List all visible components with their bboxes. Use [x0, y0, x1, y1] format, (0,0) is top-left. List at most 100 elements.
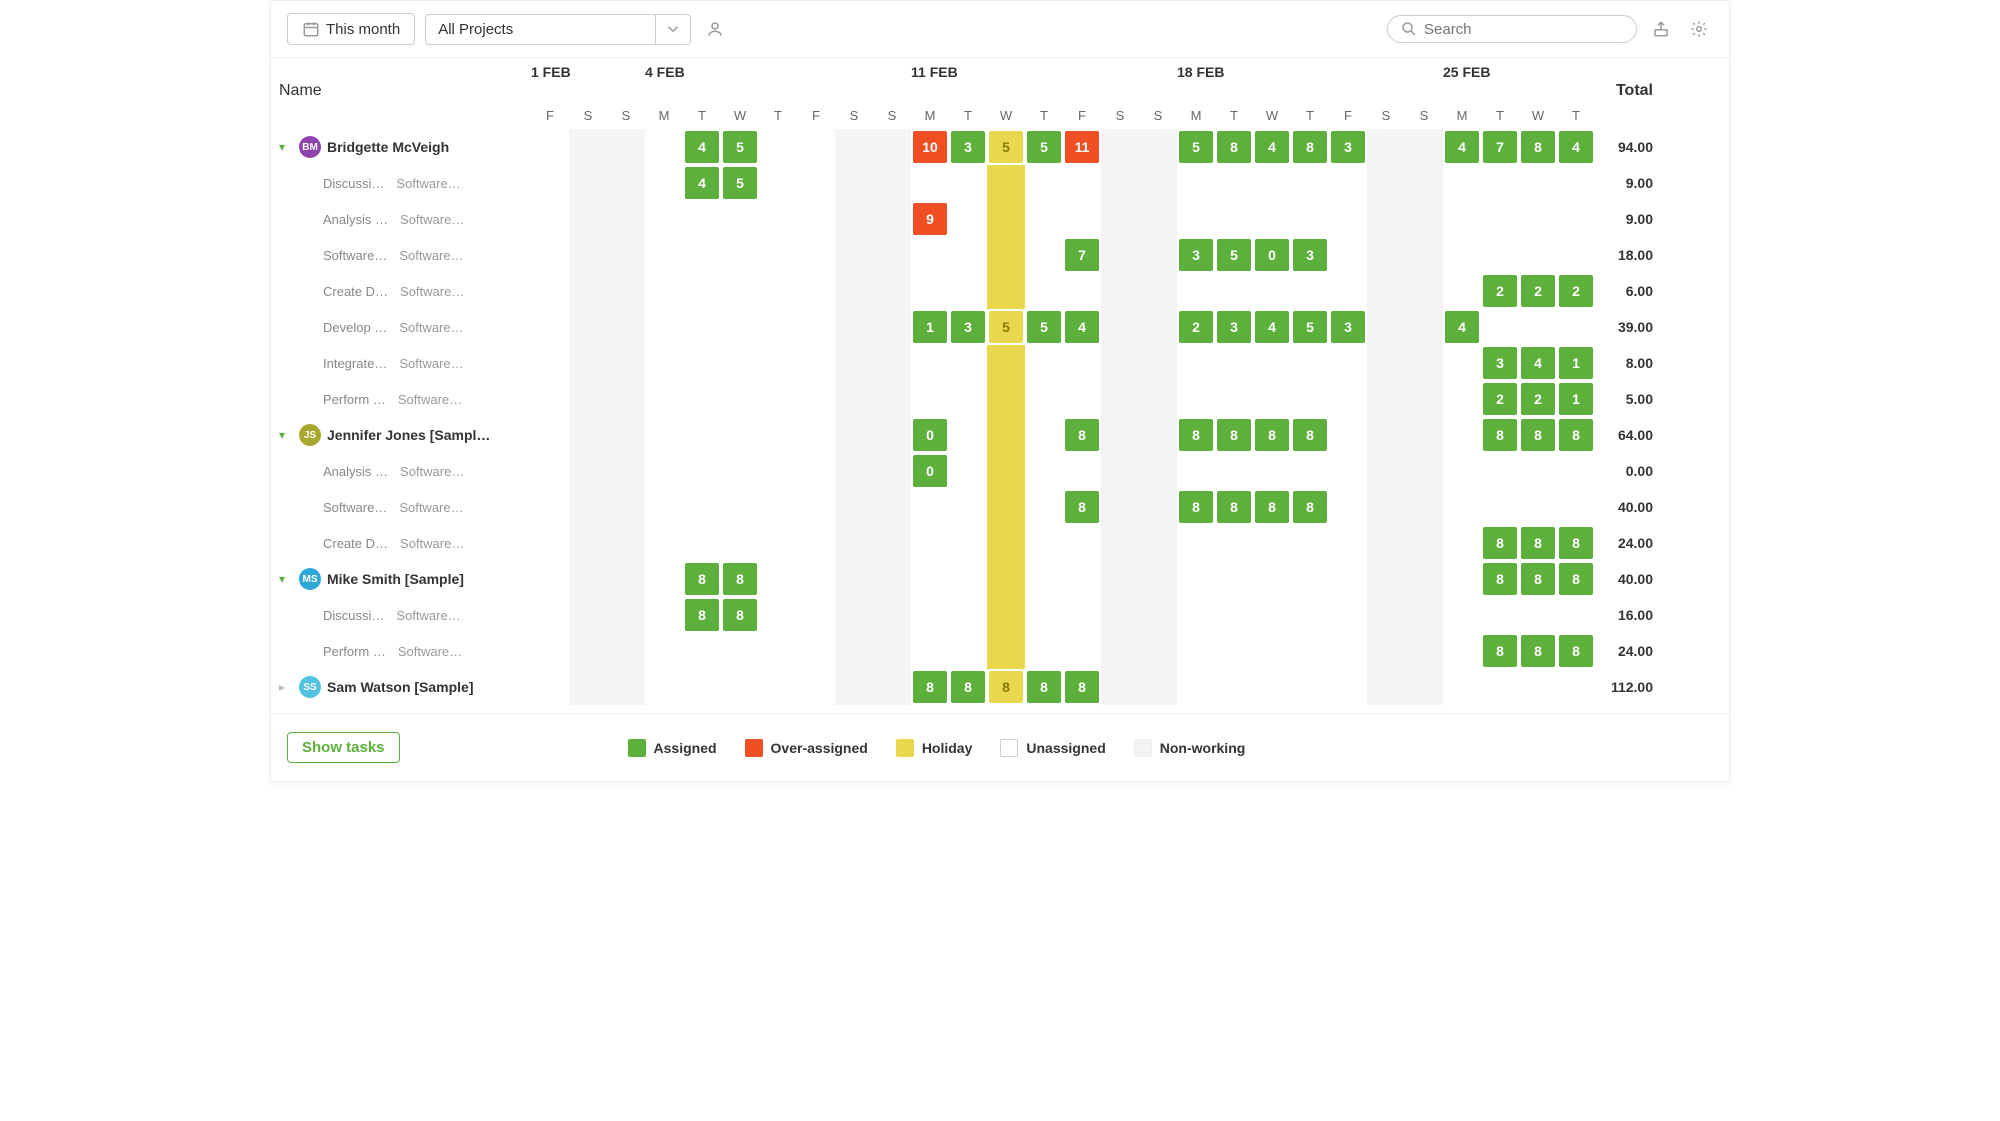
hours-chip[interactable]: 1 — [1559, 383, 1593, 415]
task-row-name[interactable]: Integrate…Software… — [271, 345, 531, 381]
hours-chip[interactable]: 8 — [1521, 131, 1555, 163]
caret-right-icon[interactable]: ▸ — [279, 680, 293, 694]
hours-chip[interactable]: 3 — [1217, 311, 1251, 343]
hours-chip[interactable]: 8 — [1483, 527, 1517, 559]
task-row-name[interactable]: Analysis …Software… — [271, 453, 531, 489]
hours-chip[interactable]: 2 — [1521, 275, 1555, 307]
hours-chip[interactable]: 8 — [685, 563, 719, 595]
hours-chip[interactable]: 5 — [1027, 131, 1061, 163]
hours-chip[interactable]: 1 — [1559, 347, 1593, 379]
show-tasks-button[interactable]: Show tasks — [287, 732, 400, 763]
user-filter-button[interactable] — [701, 15, 729, 43]
hours-chip[interactable]: 9 — [913, 203, 947, 235]
task-row-name[interactable]: Perform …Software… — [271, 633, 531, 669]
caret-down-icon[interactable]: ▾ — [279, 428, 293, 442]
project-filter-arrow[interactable] — [655, 14, 691, 45]
hours-chip[interactable]: 5 — [989, 131, 1023, 163]
hours-chip[interactable]: 4 — [1255, 131, 1289, 163]
hours-chip[interactable]: 0 — [913, 419, 947, 451]
task-row-name[interactable]: Create D…Software… — [271, 273, 531, 309]
hours-chip[interactable]: 8 — [1217, 131, 1251, 163]
hours-chip[interactable]: 3 — [1331, 131, 1365, 163]
hours-chip[interactable]: 4 — [1255, 311, 1289, 343]
hours-chip[interactable]: 8 — [1065, 491, 1099, 523]
hours-chip[interactable]: 11 — [1065, 131, 1099, 163]
settings-button[interactable] — [1685, 15, 1713, 43]
task-row-name[interactable]: Discussi…Software… — [271, 165, 531, 201]
hours-chip[interactable]: 3 — [951, 131, 985, 163]
export-button[interactable] — [1647, 15, 1675, 43]
hours-chip[interactable]: 5 — [1027, 311, 1061, 343]
hours-chip[interactable]: 3 — [1293, 239, 1327, 271]
task-row-name[interactable]: Create D…Software… — [271, 525, 531, 561]
hours-chip[interactable]: 8 — [1521, 563, 1555, 595]
hours-chip[interactable]: 8 — [1065, 419, 1099, 451]
hours-chip[interactable]: 8 — [1521, 419, 1555, 451]
hours-chip[interactable]: 8 — [723, 563, 757, 595]
hours-chip[interactable]: 4 — [685, 167, 719, 199]
caret-down-icon[interactable]: ▾ — [279, 572, 293, 586]
task-row-name[interactable]: Perform …Software… — [271, 381, 531, 417]
date-range-button[interactable]: This month — [287, 13, 415, 45]
hours-chip[interactable]: 3 — [951, 311, 985, 343]
hours-chip[interactable]: 0 — [913, 455, 947, 487]
hours-chip[interactable]: 5 — [1179, 131, 1213, 163]
project-filter[interactable]: All Projects — [425, 14, 691, 45]
hours-chip[interactable]: 4 — [1521, 347, 1555, 379]
hours-chip[interactable]: 8 — [1179, 419, 1213, 451]
task-row-name[interactable]: Discussi…Software… — [271, 597, 531, 633]
hours-chip[interactable]: 2 — [1559, 275, 1593, 307]
person-row-name[interactable]: ▸SSSam Watson [Sample] — [271, 669, 531, 705]
hours-chip[interactable]: 8 — [1483, 563, 1517, 595]
hours-chip[interactable]: 8 — [1521, 635, 1555, 667]
hours-chip[interactable]: 5 — [1217, 239, 1251, 271]
hours-chip[interactable]: 8 — [1483, 419, 1517, 451]
hours-chip[interactable]: 8 — [1559, 419, 1593, 451]
hours-chip[interactable]: 1 — [913, 311, 947, 343]
hours-chip[interactable]: 8 — [989, 671, 1023, 703]
hours-chip[interactable]: 8 — [685, 599, 719, 631]
hours-chip[interactable]: 4 — [1559, 131, 1593, 163]
hours-chip[interactable]: 8 — [1255, 419, 1289, 451]
hours-chip[interactable]: 4 — [1445, 311, 1479, 343]
hours-chip[interactable]: 3 — [1179, 239, 1213, 271]
person-row-name[interactable]: ▾JSJennifer Jones [Sampl… — [271, 417, 531, 453]
hours-chip[interactable]: 2 — [1483, 383, 1517, 415]
hours-chip[interactable]: 8 — [1217, 419, 1251, 451]
hours-chip[interactable]: 8 — [1255, 491, 1289, 523]
search-input[interactable] — [1424, 21, 1624, 38]
hours-chip[interactable]: 4 — [1065, 311, 1099, 343]
hours-chip[interactable]: 8 — [1559, 563, 1593, 595]
hours-chip[interactable]: 8 — [1483, 635, 1517, 667]
hours-chip[interactable]: 8 — [951, 671, 985, 703]
hours-chip[interactable]: 8 — [1559, 635, 1593, 667]
hours-chip[interactable]: 2 — [1483, 275, 1517, 307]
task-row-name[interactable]: Develop …Software… — [271, 309, 531, 345]
hours-chip[interactable]: 3 — [1331, 311, 1365, 343]
hours-chip[interactable]: 7 — [1483, 131, 1517, 163]
hours-chip[interactable]: 8 — [1293, 419, 1327, 451]
hours-chip[interactable]: 2 — [1521, 383, 1555, 415]
hours-chip[interactable]: 8 — [1179, 491, 1213, 523]
search-box[interactable] — [1387, 15, 1637, 43]
person-row-name[interactable]: ▾BMBridgette McVeigh — [271, 129, 531, 165]
task-row-name[interactable]: Analysis …Software… — [271, 201, 531, 237]
task-row-name[interactable]: Software…Software… — [271, 237, 531, 273]
hours-chip[interactable]: 8 — [913, 671, 947, 703]
hours-chip[interactable]: 5 — [1293, 311, 1327, 343]
hours-chip[interactable]: 8 — [1065, 671, 1099, 703]
hours-chip[interactable]: 5 — [989, 311, 1023, 343]
hours-chip[interactable]: 7 — [1065, 239, 1099, 271]
hours-chip[interactable]: 4 — [685, 131, 719, 163]
hours-chip[interactable]: 8 — [1521, 527, 1555, 559]
hours-chip[interactable]: 2 — [1179, 311, 1213, 343]
hours-chip[interactable]: 8 — [1217, 491, 1251, 523]
task-row-name[interactable]: Software…Software… — [271, 489, 531, 525]
hours-chip[interactable]: 8 — [723, 599, 757, 631]
caret-down-icon[interactable]: ▾ — [279, 140, 293, 154]
hours-chip[interactable]: 10 — [913, 131, 947, 163]
hours-chip[interactable]: 4 — [1445, 131, 1479, 163]
person-row-name[interactable]: ▾MSMike Smith [Sample] — [271, 561, 531, 597]
hours-chip[interactable]: 5 — [723, 131, 757, 163]
hours-chip[interactable]: 3 — [1483, 347, 1517, 379]
